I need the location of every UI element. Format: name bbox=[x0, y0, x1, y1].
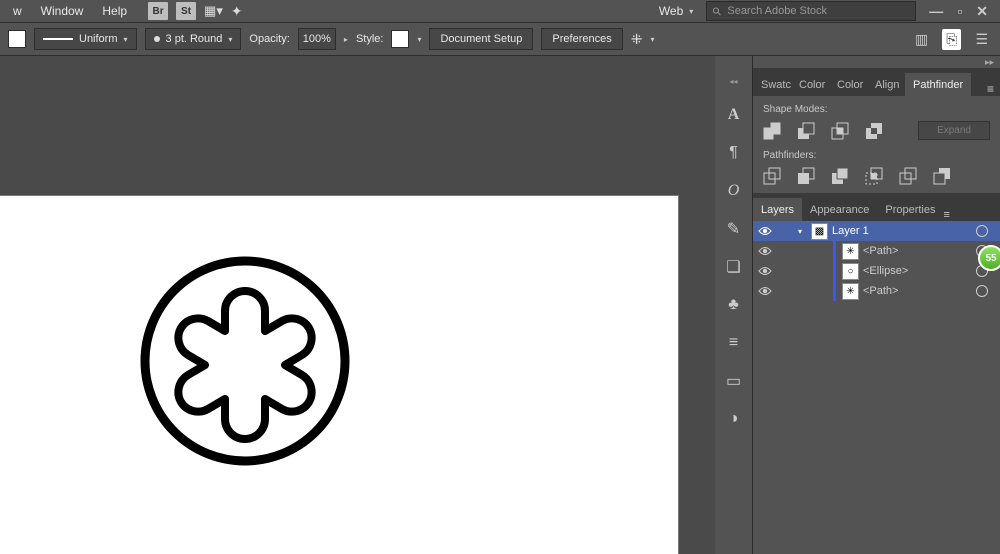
document-setup-button[interactable]: Document Setup bbox=[429, 28, 533, 50]
panel-menu-icon[interactable]: ☰ bbox=[971, 29, 992, 50]
help-badge[interactable]: 55 bbox=[978, 245, 1000, 271]
fill-swatch[interactable] bbox=[8, 30, 26, 48]
layer-row[interactable]: ○ <Ellipse> bbox=[753, 261, 1000, 281]
right-panels: ▸▸ Swatches Color Color Guide Align Path… bbox=[753, 56, 1000, 554]
tab-layers[interactable]: Layers bbox=[753, 198, 802, 221]
symbols-panel-icon[interactable]: ❏ bbox=[725, 258, 743, 276]
menu-help[interactable]: Help bbox=[94, 1, 135, 21]
layer-row-root[interactable]: ▾ ▩ Layer 1 bbox=[753, 221, 1000, 241]
tab-color[interactable]: Color bbox=[791, 73, 829, 96]
close-button[interactable]: ✕ bbox=[976, 3, 988, 20]
menu-bar: w Window Help Br St ▦▾ ✦ Web▾ ⚲ Search A… bbox=[0, 0, 1000, 22]
style-label: Style: bbox=[356, 33, 384, 45]
vertical-scrollbar[interactable] bbox=[700, 56, 715, 554]
minus-back-icon[interactable] bbox=[933, 167, 951, 185]
minus-front-icon[interactable] bbox=[797, 122, 815, 140]
control-bar: Uniform▾ 3 pt. Round▾ Opacity: 100% ▸ St… bbox=[0, 22, 1000, 56]
arrange-icon[interactable]: ▦▾ bbox=[204, 3, 223, 19]
visibility-toggle[interactable] bbox=[753, 286, 777, 296]
layer-name[interactable]: <Path> bbox=[863, 245, 976, 257]
pathfinders-label: Pathfinders: bbox=[763, 150, 990, 161]
exclude-icon[interactable] bbox=[865, 122, 883, 140]
tab-color-guide[interactable]: Color Guide bbox=[829, 73, 867, 96]
tab-appearance[interactable]: Appearance bbox=[802, 198, 877, 221]
menu-leading-cut[interactable]: w bbox=[5, 1, 30, 21]
tab-align[interactable]: Align bbox=[867, 73, 905, 96]
artwork bbox=[140, 256, 350, 466]
visibility-toggle[interactable] bbox=[753, 246, 777, 256]
panel-menu-icon[interactable]: ≡ bbox=[944, 209, 950, 221]
canvas[interactable] bbox=[0, 56, 715, 554]
layer-thumb: ✳ bbox=[842, 283, 859, 300]
target-ring[interactable] bbox=[976, 225, 988, 237]
disclosure-icon[interactable]: ▾ bbox=[793, 227, 807, 236]
preferences-button[interactable]: Preferences bbox=[541, 28, 622, 50]
unite-icon[interactable] bbox=[763, 122, 781, 140]
layers-panel: ▾ ▩ Layer 1 ✳ <Path> ○ <Ellipse> bbox=[753, 221, 1000, 301]
layers-tab-strip: Layers Appearance Properties ≡ bbox=[753, 193, 1000, 221]
merge-icon[interactable] bbox=[831, 167, 849, 185]
control-bar-right: ▥ ⎘ ☰ bbox=[911, 29, 992, 50]
panel-collapse[interactable]: ▸▸ bbox=[753, 56, 1000, 68]
search-input[interactable]: ⚲ Search Adobe Stock bbox=[706, 1, 916, 21]
artboard[interactable] bbox=[0, 195, 679, 554]
brushes-panel-icon[interactable]: ✎ bbox=[725, 220, 743, 238]
chevron-right-icon[interactable]: ▸ bbox=[344, 35, 348, 44]
layer-name[interactable]: <Path> bbox=[863, 285, 976, 297]
style-swatch[interactable] bbox=[391, 30, 409, 48]
bridge-icon[interactable]: Br bbox=[148, 2, 168, 20]
outline-icon[interactable] bbox=[899, 167, 917, 185]
layer-thumb: ○ bbox=[842, 263, 859, 280]
search-icon: ⚲ bbox=[710, 4, 725, 19]
layout-icon-1[interactable]: ▥ bbox=[911, 29, 932, 50]
opacity-label: Opacity: bbox=[249, 33, 289, 45]
panel-menu-icon[interactable]: ≡ bbox=[981, 82, 1000, 96]
tab-swatches[interactable]: Swatches bbox=[753, 73, 791, 96]
trim-icon[interactable] bbox=[797, 167, 815, 185]
document-profile[interactable]: Web▾ bbox=[659, 4, 703, 18]
stroke-panel-icon[interactable]: ≡ bbox=[725, 334, 743, 352]
divide-icon[interactable] bbox=[763, 167, 781, 185]
opentype-panel-icon[interactable]: O bbox=[725, 182, 743, 200]
expand-button: Expand bbox=[918, 121, 990, 140]
character-panel-icon[interactable]: A bbox=[725, 106, 743, 124]
pathfinder-tab-strip: Swatches Color Color Guide Align Pathfin… bbox=[753, 68, 1000, 96]
menu-window[interactable]: Window bbox=[33, 1, 92, 21]
panel-icon-column: ◂◂ A ¶ O ✎ ❏ ♣ ≡ ▭ ◑ bbox=[715, 56, 753, 554]
tab-pathfinder[interactable]: Pathfinder bbox=[905, 73, 971, 96]
snap-icon[interactable]: ⁜ bbox=[631, 31, 643, 48]
bridge-buttons: Br St ▦▾ ✦ bbox=[148, 2, 243, 20]
target-ring[interactable] bbox=[976, 285, 988, 297]
pathfinder-panel: Shape Modes: Expand Pathfinders: bbox=[753, 96, 1000, 193]
stock-icon[interactable]: St bbox=[176, 2, 196, 20]
tab-properties[interactable]: Properties bbox=[877, 198, 943, 221]
layer-name[interactable]: <Ellipse> bbox=[863, 265, 976, 277]
visibility-toggle[interactable] bbox=[753, 266, 777, 276]
chevron-down-icon: ▾ bbox=[689, 7, 693, 16]
paragraph-panel-icon[interactable]: ¶ bbox=[725, 144, 743, 162]
layer-name[interactable]: Layer 1 bbox=[832, 225, 976, 237]
transparency-panel-icon[interactable]: ◑ bbox=[725, 410, 743, 428]
intersect-icon[interactable] bbox=[831, 122, 849, 140]
layout-icon-active[interactable]: ⎘ bbox=[942, 29, 961, 50]
layer-thumb: ▩ bbox=[811, 223, 828, 240]
layer-row[interactable]: ✳ <Path> bbox=[753, 241, 1000, 261]
stroke-weight-select[interactable]: 3 pt. Round▾ bbox=[145, 28, 242, 50]
minimize-button[interactable]: — bbox=[929, 3, 943, 20]
opacity-input[interactable]: 100% bbox=[298, 28, 336, 50]
collapse-handle[interactable]: ◂◂ bbox=[715, 76, 752, 86]
gradient-panel-icon[interactable]: ▭ bbox=[725, 372, 743, 390]
stroke-profile-select[interactable]: Uniform▾ bbox=[34, 28, 137, 50]
shape-modes-label: Shape Modes: bbox=[763, 104, 990, 115]
clubs-icon[interactable]: ♣ bbox=[725, 296, 743, 314]
layer-thumb: ✳ bbox=[842, 243, 859, 260]
crop-icon[interactable] bbox=[865, 167, 883, 185]
layer-row[interactable]: ✳ <Path> bbox=[753, 281, 1000, 301]
gpu-icon[interactable]: ✦ bbox=[231, 3, 243, 20]
visibility-toggle[interactable] bbox=[753, 226, 777, 236]
window-controls: — ▫ ✕ bbox=[929, 3, 988, 20]
maximize-button[interactable]: ▫ bbox=[957, 3, 962, 20]
